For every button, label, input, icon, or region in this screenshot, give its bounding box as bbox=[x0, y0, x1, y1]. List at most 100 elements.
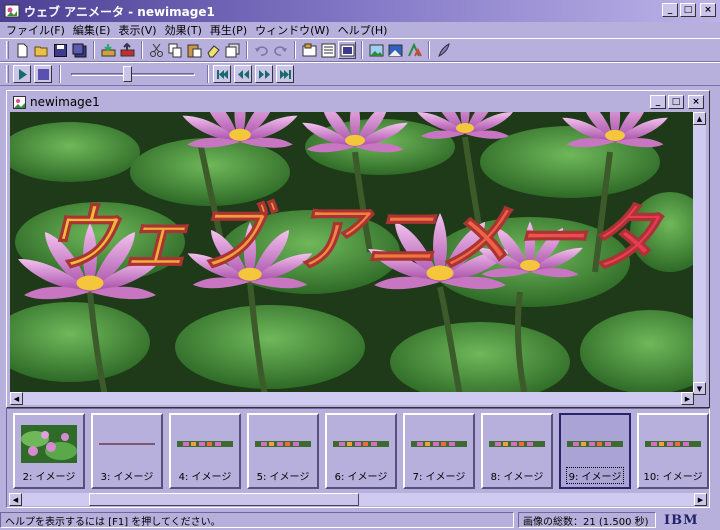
menu-play[interactable]: 再生(P) bbox=[208, 22, 253, 38]
save-button[interactable] bbox=[51, 41, 69, 59]
next-frame-button[interactable] bbox=[255, 65, 273, 83]
import-button[interactable] bbox=[99, 41, 117, 59]
play-button[interactable] bbox=[13, 65, 31, 83]
last-frame-button[interactable] bbox=[276, 65, 294, 83]
canvas-vertical-scrollbar[interactable]: ▲ ▼ bbox=[693, 112, 706, 395]
image-canvas[interactable]: ウェブ アニメータ bbox=[10, 112, 694, 395]
frame-thumbnail[interactable]: 8: イメージ bbox=[481, 413, 553, 489]
frame-slider[interactable] bbox=[71, 65, 195, 83]
undo-button[interactable] bbox=[252, 41, 270, 59]
scroll-down-button[interactable]: ▼ bbox=[693, 382, 706, 395]
film-scroll-thumb[interactable] bbox=[89, 493, 359, 506]
frame-preview-image bbox=[21, 425, 77, 463]
copy-icon bbox=[168, 43, 181, 57]
document-title: newimage1 bbox=[30, 95, 100, 109]
menu-help[interactable]: ヘルプ(H) bbox=[336, 22, 394, 38]
image-edit-icon bbox=[388, 44, 402, 56]
save-icon bbox=[53, 43, 67, 57]
menu-window[interactable]: ウィンドウ(W) bbox=[253, 22, 335, 38]
play-icon bbox=[18, 68, 27, 80]
frame-preview-image bbox=[645, 441, 701, 447]
scroll-up-button[interactable]: ▲ bbox=[693, 112, 706, 125]
redo-icon bbox=[273, 45, 287, 56]
frame-preview-image bbox=[411, 441, 467, 447]
frame-thumbnail[interactable]: 6: イメージ bbox=[325, 413, 397, 489]
previous-frame-button[interactable] bbox=[234, 65, 252, 83]
title-bar[interactable]: ウェブ アニメータ - newimage1 _ □ × bbox=[0, 0, 720, 22]
maximize-button[interactable]: □ bbox=[680, 3, 696, 17]
list-view-button[interactable] bbox=[319, 41, 337, 59]
erase-button[interactable] bbox=[204, 41, 222, 59]
film-scroll-left-button[interactable]: ◀ bbox=[9, 493, 22, 506]
toolbar-separator bbox=[59, 65, 61, 83]
frame-properties-icon bbox=[302, 43, 316, 56]
close-button[interactable]: × bbox=[700, 3, 716, 17]
insert-image-button[interactable] bbox=[367, 41, 385, 59]
toolbar-separator bbox=[207, 65, 209, 83]
filmstrip-view-button[interactable] bbox=[338, 41, 356, 59]
frame-label: 5: イメージ bbox=[256, 472, 310, 483]
toolbar-separator bbox=[428, 41, 430, 59]
stop-button[interactable] bbox=[34, 65, 52, 83]
stop-icon bbox=[37, 68, 49, 80]
doc-close-button[interactable]: × bbox=[688, 95, 704, 109]
scroll-left-button[interactable]: ◀ bbox=[10, 392, 23, 405]
save-as-button[interactable] bbox=[70, 41, 88, 59]
menu-edit[interactable]: 編集(E) bbox=[71, 22, 117, 38]
duplicate-button[interactable] bbox=[223, 41, 241, 59]
doc-minimize-button[interactable]: _ bbox=[650, 95, 666, 109]
minimize-button[interactable]: _ bbox=[662, 3, 678, 17]
frame-thumbnail[interactable]: 4: イメージ bbox=[169, 413, 241, 489]
menu-view[interactable]: 表示(V) bbox=[116, 22, 162, 38]
paste-button[interactable] bbox=[185, 41, 203, 59]
copy-button[interactable] bbox=[166, 41, 184, 59]
menu-file[interactable]: ファイル(F) bbox=[4, 22, 71, 38]
frame-thumbnail[interactable]: 3: イメージ bbox=[91, 413, 163, 489]
menu-effects[interactable]: 効果(T) bbox=[163, 22, 208, 38]
toolbar-separator bbox=[93, 41, 95, 59]
wizard-button[interactable] bbox=[434, 41, 452, 59]
film-scroll-right-button[interactable]: ▶ bbox=[694, 493, 707, 506]
slider-thumb[interactable] bbox=[123, 66, 132, 82]
app-icon[interactable] bbox=[4, 3, 20, 19]
toolbar-grip[interactable] bbox=[6, 41, 9, 59]
duplicate-icon bbox=[225, 43, 239, 57]
redo-button[interactable] bbox=[271, 41, 289, 59]
edit-image-button[interactable] bbox=[386, 41, 404, 59]
frame-thumbnail[interactable]: 10: イメージ bbox=[637, 413, 709, 489]
canvas-horizontal-scrollbar[interactable]: ◀ ▶ bbox=[10, 392, 694, 405]
export-button[interactable] bbox=[118, 41, 136, 59]
frame-preview-image bbox=[489, 441, 545, 447]
list-icon bbox=[321, 43, 335, 57]
scroll-right-button[interactable]: ▶ bbox=[681, 392, 694, 405]
save-all-icon bbox=[72, 43, 86, 57]
frame-label: 2: イメージ bbox=[22, 472, 76, 483]
player-toolbar bbox=[0, 62, 720, 86]
ibm-logo: IBM bbox=[664, 512, 699, 528]
frame-preview-image bbox=[99, 443, 155, 445]
skip-last-icon bbox=[279, 69, 291, 79]
undo-icon bbox=[254, 45, 268, 56]
frame-label: 4: イメージ bbox=[178, 472, 232, 483]
scissors-icon bbox=[149, 43, 163, 57]
document-window[interactable]: newimage1 _ □ × ウェブ アニメータ ▲ ▼ ◀ ▶ bbox=[6, 90, 710, 408]
main-toolbar bbox=[0, 38, 720, 62]
frame-thumbnail[interactable]: 5: イメージ bbox=[247, 413, 319, 489]
frame-thumbnail[interactable]: 7: イメージ bbox=[403, 413, 475, 489]
filmstrip-scrollbar[interactable]: ◀ ▶ bbox=[9, 493, 707, 506]
rewind-icon bbox=[237, 69, 249, 79]
image-icon bbox=[369, 44, 383, 56]
frame-thumbnail[interactable]: 2: イメージ bbox=[13, 413, 85, 489]
text-effect-button[interactable] bbox=[405, 41, 423, 59]
frame-preview-image bbox=[567, 441, 623, 447]
toolbar-grip[interactable] bbox=[6, 65, 9, 83]
frame-properties-button[interactable] bbox=[300, 41, 318, 59]
open-button[interactable] bbox=[32, 41, 50, 59]
frame-thumbnail[interactable]: 9: イメージ bbox=[559, 413, 631, 489]
frame-preview-image bbox=[177, 441, 233, 447]
cut-button[interactable] bbox=[147, 41, 165, 59]
doc-maximize-button[interactable]: □ bbox=[668, 95, 684, 109]
new-file-button[interactable] bbox=[13, 41, 31, 59]
document-title-bar[interactable]: newimage1 _ □ × bbox=[9, 93, 707, 111]
first-frame-button[interactable] bbox=[213, 65, 231, 83]
